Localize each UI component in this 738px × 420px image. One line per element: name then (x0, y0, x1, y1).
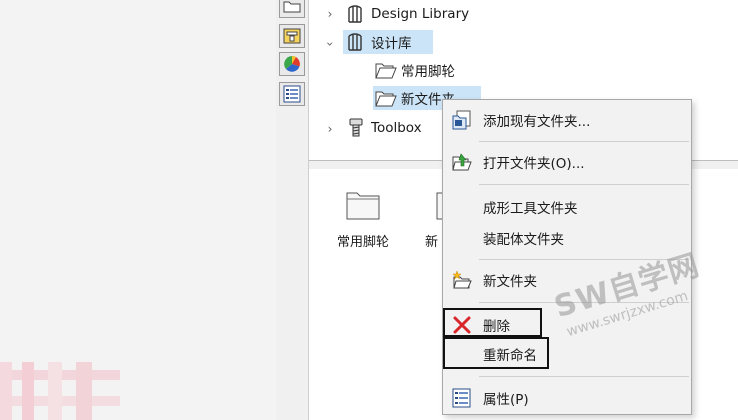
properties-list-icon (452, 388, 472, 408)
left-panel (0, 0, 276, 420)
folder-icon (346, 192, 380, 220)
tree-item-casters[interactable]: 常用脚轮 (375, 58, 455, 82)
menu-separator (479, 259, 689, 260)
view-palette-tab-button[interactable] (279, 24, 305, 48)
screw-icon (345, 118, 367, 138)
folder-icon (283, 1, 301, 13)
menu-item-open-folder[interactable]: 打开文件夹(O)... (443, 148, 691, 176)
menu-item-rename[interactable]: 重新命名 (443, 340, 691, 368)
library-books-icon (345, 32, 367, 52)
delete-x-icon (452, 315, 472, 335)
folder-tab-button[interactable] (279, 0, 305, 18)
chevron-down-icon[interactable]: › (323, 37, 337, 51)
tree-item-design-library[interactable]: Design Library (345, 2, 469, 26)
chevron-right-icon[interactable]: › (323, 122, 337, 136)
custom-properties-tab-button[interactable] (279, 82, 305, 106)
tree-item-toolbox[interactable]: Toolbox (345, 116, 422, 140)
color-wheel-icon (284, 55, 300, 72)
menu-separator (479, 184, 689, 185)
open-folder-icon (452, 152, 472, 172)
context-menu: 添加现有文件夹... 打开文件夹(O)... 成形工具文件夹 装配体文件夹 新文… (442, 99, 692, 415)
task-pane-tab-strip (276, 0, 309, 420)
menu-separator (479, 141, 689, 142)
menu-item-assembly-folder[interactable]: 装配体文件夹 (443, 224, 691, 252)
properties-list-icon (283, 85, 301, 103)
folder-icon (375, 60, 397, 80)
add-existing-folder-icon (452, 110, 472, 130)
menu-item-properties[interactable]: 属性(P) (443, 384, 691, 412)
menu-separator (479, 376, 689, 377)
chevron-right-icon[interactable]: › (323, 7, 337, 21)
menu-item-add-existing-folder[interactable]: 添加现有文件夹... (443, 106, 691, 134)
view-palette-icon (283, 28, 301, 44)
blurred-region (0, 362, 120, 420)
menu-item-forming-tools-folder[interactable]: 成形工具文件夹 (443, 193, 691, 221)
tree-item-design-library-cn[interactable]: 设计库 (343, 30, 433, 54)
appearances-tab-button[interactable] (279, 52, 305, 76)
library-books-icon (345, 4, 367, 24)
menu-item-new-folder[interactable]: 新文件夹 (443, 266, 691, 294)
menu-item-delete[interactable]: 删除 (443, 311, 691, 339)
menu-separator (479, 302, 689, 303)
folder-icon (375, 88, 397, 108)
thumbnail-casters[interactable]: 常用脚轮 (329, 189, 397, 250)
new-folder-icon (452, 270, 472, 290)
